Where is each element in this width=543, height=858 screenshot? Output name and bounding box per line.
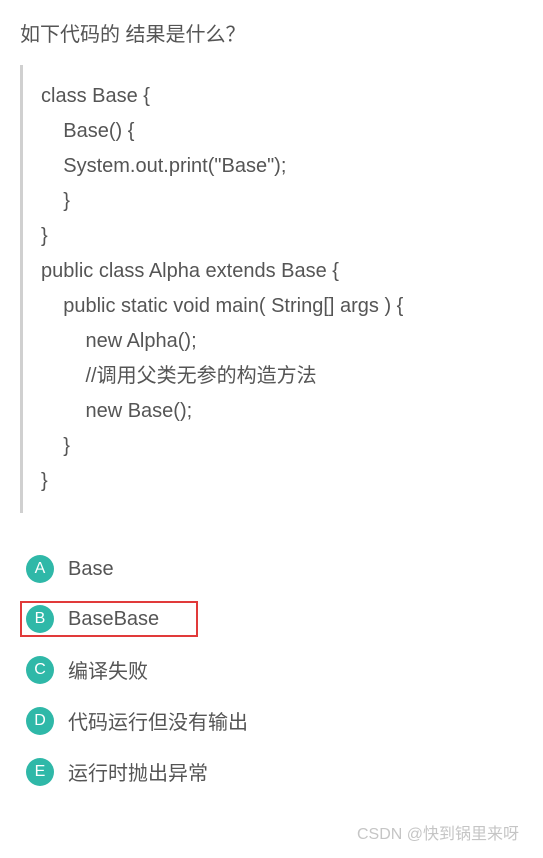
option-text: BaseBase bbox=[68, 608, 159, 631]
code-line: public class Alpha extends Base { bbox=[41, 254, 523, 289]
code-block: class Base { Base() { System.out.print("… bbox=[20, 65, 523, 513]
watermark: CSDN @快到锅里来呀 bbox=[357, 820, 519, 844]
code-line: public static void main( String[] args )… bbox=[41, 289, 523, 324]
options-list: A Base B BaseBase C 编译失败 D 代码运行但没有输出 E 运行时抛出异常 bbox=[20, 551, 523, 790]
code-line: } bbox=[41, 429, 523, 464]
option-badge: A bbox=[26, 555, 54, 583]
option-badge: B bbox=[26, 605, 54, 633]
code-line: } bbox=[41, 184, 523, 219]
option-a[interactable]: A Base bbox=[20, 551, 523, 587]
code-line: } bbox=[41, 219, 523, 254]
option-c[interactable]: C 编译失败 bbox=[20, 651, 523, 688]
code-line: new Base(); bbox=[41, 394, 523, 429]
option-d[interactable]: D 代码运行但没有输出 bbox=[20, 702, 523, 739]
option-text: 代码运行但没有输出 bbox=[68, 706, 248, 735]
code-line: Base() { bbox=[41, 114, 523, 149]
code-line: new Alpha(); bbox=[41, 324, 523, 359]
option-text: 编译失败 bbox=[68, 655, 148, 684]
option-badge: C bbox=[26, 656, 54, 684]
code-line: //调用父类无参的构造方法 bbox=[41, 359, 523, 394]
question-text: 如下代码的 结果是什么？ bbox=[20, 18, 523, 47]
code-line: } bbox=[41, 464, 523, 499]
option-e[interactable]: E 运行时抛出异常 bbox=[20, 753, 523, 790]
option-badge: D bbox=[26, 707, 54, 735]
option-text: Base bbox=[68, 558, 114, 581]
code-line: class Base { bbox=[41, 79, 523, 114]
option-badge: E bbox=[26, 758, 54, 786]
option-b[interactable]: B BaseBase bbox=[20, 601, 198, 637]
code-line: System.out.print("Base"); bbox=[41, 149, 523, 184]
option-text: 运行时抛出异常 bbox=[68, 757, 208, 786]
